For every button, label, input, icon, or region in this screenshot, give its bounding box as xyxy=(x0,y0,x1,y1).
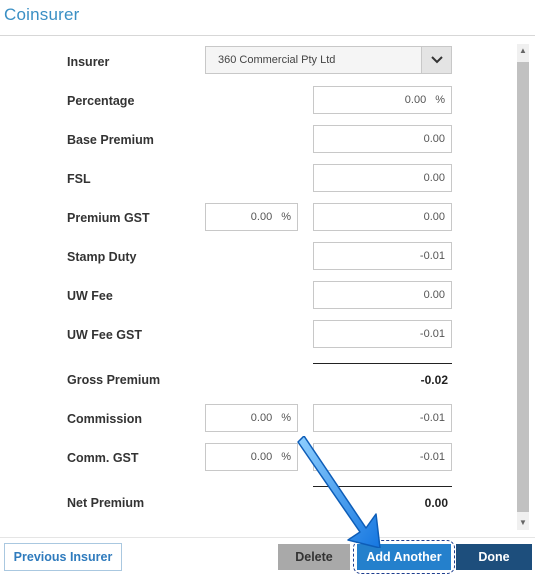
chevron-down-icon[interactable] xyxy=(421,47,451,73)
comm-gst-value: -0.01 xyxy=(419,451,445,463)
gross-premium-label: Gross Premium xyxy=(67,373,161,387)
stamp-duty-input[interactable]: -0.01 xyxy=(313,242,452,270)
comm-gst-label: Comm. GST xyxy=(67,451,139,465)
net-premium-label: Net Premium xyxy=(67,496,145,510)
title-divider xyxy=(0,35,535,36)
arrow-down-icon[interactable]: ▼ xyxy=(517,516,529,530)
gross-premium-value: -0.02 xyxy=(420,373,448,387)
premium-gst-input[interactable]: 0.00 xyxy=(313,203,452,231)
stamp-duty-label: Stamp Duty xyxy=(67,250,137,264)
comm-gst-rate: 0.00 xyxy=(250,451,273,463)
commission-value: -0.01 xyxy=(419,412,445,424)
commission-rate: 0.00 xyxy=(250,412,273,424)
fsl-value: 0.00 xyxy=(423,172,445,184)
insurer-select[interactable]: 360 Commercial Pty Ltd xyxy=(205,46,452,74)
previous-insurer-button[interactable]: Previous Insurer xyxy=(4,543,122,571)
base-premium-input[interactable]: 0.00 xyxy=(313,125,452,153)
base-premium-label: Base Premium xyxy=(67,133,154,147)
premium-gst-label: Premium GST xyxy=(67,211,150,225)
gross-premium-divider xyxy=(313,363,452,364)
percentage-label: Percentage xyxy=(67,94,135,108)
percentage-input[interactable]: 0.00 % xyxy=(313,86,452,114)
insurer-select-value: 360 Commercial Pty Ltd xyxy=(218,54,336,66)
commission-label: Commission xyxy=(67,412,143,426)
scrollbar-thumb[interactable] xyxy=(517,62,529,512)
premium-gst-rate: 0.00 xyxy=(250,211,273,223)
uw-fee-gst-label: UW Fee GST xyxy=(67,328,143,342)
arrow-up-icon[interactable]: ▲ xyxy=(517,44,529,58)
fsl-input[interactable]: 0.00 xyxy=(313,164,452,192)
fsl-label: FSL xyxy=(67,172,91,186)
uw-fee-input[interactable]: 0.00 xyxy=(313,281,452,309)
done-button[interactable]: Done xyxy=(456,544,532,570)
footer-divider xyxy=(0,537,535,538)
insurer-label: Insurer xyxy=(67,55,110,69)
comm-gst-unit: % xyxy=(281,451,291,463)
premium-gst-value: 0.00 xyxy=(423,211,445,223)
dialog-title: Coinsurer xyxy=(4,5,80,24)
uw-fee-gst-input[interactable]: -0.01 xyxy=(313,320,452,348)
uw-fee-value: 0.00 xyxy=(423,289,445,301)
premium-gst-rate-input[interactable]: 0.00 % xyxy=(205,203,298,231)
stamp-duty-value: -0.01 xyxy=(419,250,445,262)
uw-fee-label: UW Fee xyxy=(67,289,113,303)
uw-fee-gst-value: -0.01 xyxy=(419,328,445,340)
comm-gst-rate-input[interactable]: 0.00 % xyxy=(205,443,298,471)
premium-gst-unit: % xyxy=(281,211,291,223)
commission-unit: % xyxy=(281,412,291,424)
commission-input[interactable]: -0.01 xyxy=(313,404,452,432)
commission-rate-input[interactable]: 0.00 % xyxy=(205,404,298,432)
blue-arrow-pointer-icon xyxy=(297,436,381,548)
base-premium-value: 0.00 xyxy=(423,133,445,145)
percentage-unit: % xyxy=(435,94,445,106)
percentage-value: 0.00 xyxy=(404,94,427,106)
